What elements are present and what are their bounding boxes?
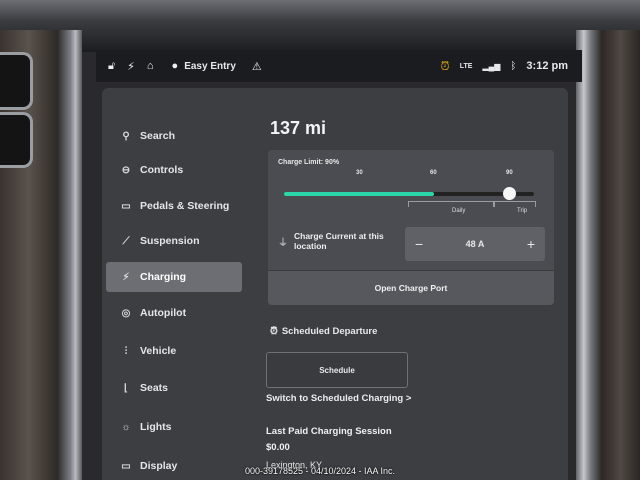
dashboard-top-bezel <box>0 0 640 52</box>
decrease-current-button[interactable]: − <box>405 236 433 252</box>
slider-handle[interactable] <box>503 187 516 200</box>
sidebar-item-label: Vehicle <box>140 345 177 357</box>
warning-icon[interactable]: ⚠︎ <box>252 60 262 73</box>
plug-icon: ⏚ <box>278 238 288 249</box>
last-paid-amount: $0.00 <box>266 442 290 453</box>
sidebar-item-label: Lights <box>140 421 172 433</box>
daily-label: Daily <box>452 208 466 214</box>
sidebar-item-autopilot[interactable]: ◎ Autopilot <box>106 298 242 328</box>
profile-icon[interactable]: ● <box>172 60 179 72</box>
sidebar-item-charging[interactable]: ⚡︎ Charging <box>106 262 242 292</box>
alarm-clock-icon: ⏰︎ <box>270 326 278 337</box>
signal-bars-icon: ▂▄▆ <box>482 61 501 71</box>
sidebar-item-vehicle[interactable]: ⫶ Vehicle <box>106 336 242 366</box>
clock: 3:12 pm <box>526 60 568 72</box>
sidebar-item-label: Search <box>140 130 176 142</box>
homelink-icon[interactable]: ⌂ <box>147 60 154 72</box>
slider-tick-label: 60 <box>430 170 437 176</box>
air-vent <box>0 52 33 110</box>
alarm-clock-icon[interactable]: ⏰︎ <box>440 59 449 74</box>
sidebar-item-label: Controls <box>140 164 184 176</box>
charge-current-label: Charge Current at this location <box>294 231 384 251</box>
charge-limit-label: Charge Limit: 90% <box>278 159 340 166</box>
settings-screen: ⚲ Search ⊖ Controls ▭ Pedals & Steering … <box>102 88 568 480</box>
settings-sidebar: ⚲ Search ⊖ Controls ▭ Pedals & Steering … <box>102 88 252 480</box>
sidebar-item-pedals-steering[interactable]: ▭ Pedals & Steering <box>106 191 242 221</box>
open-charge-port-button[interactable]: Open Charge Port <box>268 270 554 305</box>
schedule-button[interactable]: Schedule <box>266 352 408 388</box>
battery-level-fill <box>284 192 434 196</box>
network-label: LTE <box>459 62 473 70</box>
last-paid-session-title: Last Paid Charging Session <box>266 426 392 437</box>
right-wood-trim <box>576 30 640 480</box>
car-icon: ▭ <box>121 200 131 212</box>
sidebar-item-label: Pedals & Steering <box>140 200 230 212</box>
charging-content: 137 mi Charge Limit: 90% 30 60 90 Daily … <box>266 88 562 480</box>
lock-icon[interactable]: 🔓︎ <box>108 60 115 73</box>
status-bar: 🔓︎ ⚡︎ ⌂ ● Easy Entry ⚠︎ ⏰︎ LTE ▂▄▆ ᛒ 3:1… <box>96 50 582 82</box>
sidebar-item-suspension[interactable]: ⟋ Suspension <box>106 226 242 256</box>
charge-current-value: 48 A <box>465 239 485 249</box>
scheduled-departure-heading: ⏰︎ Scheduled Departure <box>270 326 377 337</box>
charging-panel: Charge Limit: 90% 30 60 90 Daily Trip ⏚ … <box>268 150 554 305</box>
charge-current-stepper: − 48 A + <box>405 227 545 261</box>
increase-current-button[interactable]: + <box>517 236 545 252</box>
air-vent <box>0 112 33 168</box>
sidebar-item-label: Seats <box>140 382 169 394</box>
driver-profile-name[interactable]: Easy Entry <box>184 61 236 72</box>
bolt-icon: ⚡︎ <box>127 60 135 73</box>
bolt-icon: ⚡︎ <box>122 271 130 283</box>
auction-watermark: 000-39178525 - 04/10/2024 - IAA Inc. <box>244 466 396 476</box>
sidebar-item-label: Suspension <box>140 235 200 247</box>
sidebar-item-controls[interactable]: ⊖ Controls <box>106 155 242 185</box>
daily-range-bracket <box>408 201 495 207</box>
sidebar-item-label: Charging <box>140 271 187 283</box>
wrench-icon: ⟋ <box>122 235 130 247</box>
search-icon: ⚲ <box>122 130 130 142</box>
slider-tick-label: 90 <box>506 170 513 176</box>
sidebar-item-label: Autopilot <box>140 307 187 319</box>
switch-to-scheduled-charging-link[interactable]: Switch to Scheduled Charging > <box>266 393 411 404</box>
sidebar-item-seats[interactable]: ⌊ Seats <box>106 373 242 403</box>
estimated-range: 137 mi <box>270 118 327 138</box>
sidebar-item-lights[interactable]: ☼ Lights <box>106 412 242 442</box>
slider-tick-label: 30 <box>356 170 363 176</box>
sidebar-item-search[interactable]: ⚲ Search <box>106 121 242 151</box>
steering-wheel-icon: ◎ <box>121 307 131 319</box>
bluetooth-icon[interactable]: ᛒ <box>510 61 516 72</box>
trip-label: Trip <box>517 208 528 214</box>
trip-range-bracket <box>493 201 536 207</box>
toggle-icon: ⊖ <box>121 164 131 176</box>
sun-icon: ☼ <box>121 421 131 433</box>
scheduled-departure-title: Scheduled Departure <box>281 326 378 337</box>
seat-icon: ⌊ <box>124 382 128 394</box>
sliders-icon: ⫶ <box>124 345 128 357</box>
